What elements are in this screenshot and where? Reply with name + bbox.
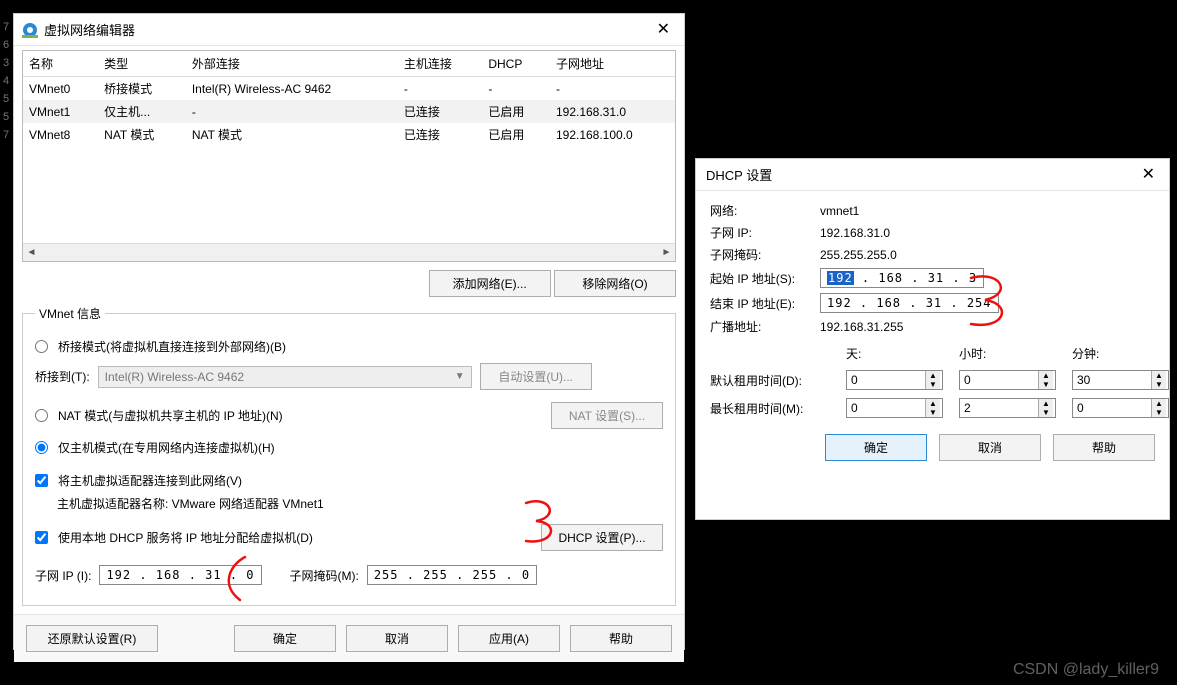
apply-button[interactable]: 应用(A) <box>458 625 560 652</box>
auto-set-button: 自动设置(U)... <box>480 363 592 390</box>
max-lease-minutes[interactable]: ▲▼ <box>1072 398 1169 418</box>
nat-label: NAT 模式(与虚拟机共享主机的 IP 地址)(N) <box>58 407 283 424</box>
left-gutter: 7634557 <box>0 0 12 144</box>
col-ext[interactable]: 外部连接 <box>186 51 398 77</box>
day-header: 天: <box>846 345 943 362</box>
network-value: vmnet1 <box>820 204 859 218</box>
start-ip-label: 起始 IP 地址(S): <box>710 270 820 287</box>
col-type[interactable]: 类型 <box>98 51 186 77</box>
vmnet-info-fieldset: VMnet 信息 桥接模式(将虚拟机直接连接到外部网络)(B) 桥接到(T): … <box>22 305 676 606</box>
connect-host-label: 将主机虚拟适配器连接到此网络(V) <box>58 472 242 489</box>
max-lease-days[interactable]: ▲▼ <box>846 398 943 418</box>
bridge-to-label: 桥接到(T): <box>35 368 90 385</box>
end-ip-label: 结束 IP 地址(E): <box>710 295 820 312</box>
bridge-radio[interactable] <box>35 340 48 353</box>
start-ip-input[interactable]: 192 . 168 . 31 . 3 <box>820 268 984 288</box>
table-row[interactable]: VMnet0桥接模式Intel(R) Wireless-AC 9462--- <box>23 77 675 101</box>
max-lease-hours[interactable]: ▲▼ <box>959 398 1056 418</box>
chevron-down-icon: ▼ <box>455 371 465 382</box>
table-row[interactable]: VMnet8NAT 模式NAT 模式已连接已启用192.168.100.0 <box>23 123 675 146</box>
subnet-mask-label: 子网掩码: <box>710 246 820 263</box>
dhcp-cancel-button[interactable]: 取消 <box>939 434 1041 461</box>
dhcp-settings-button[interactable]: DHCP 设置(P)... <box>541 524 663 551</box>
bridge-to-value: Intel(R) Wireless-AC 9462 <box>105 370 244 384</box>
restore-defaults-button[interactable]: 还原默认设置(R) <box>26 625 158 652</box>
default-lease-label: 默认租用时间(D): <box>710 372 830 389</box>
scroll-left-icon[interactable]: ◄ <box>23 244 40 261</box>
use-dhcp-label: 使用本地 DHCP 服务将 IP 地址分配给虚拟机(D) <box>58 529 313 546</box>
subnet-ip-label: 子网 IP: <box>710 224 820 241</box>
scroll-right-icon[interactable]: ► <box>658 244 675 261</box>
virtual-network-editor-dialog: 虚拟网络编辑器 ✕ 名称 类型 外部连接 主机连接 DHCP 子网地址 VMne… <box>13 13 685 650</box>
fieldset-legend: VMnet 信息 <box>35 305 105 322</box>
bridge-to-combo: Intel(R) Wireless-AC 9462 ▼ <box>98 366 472 388</box>
help-button[interactable]: 帮助 <box>570 625 672 652</box>
col-dhcp[interactable]: DHCP <box>482 51 550 77</box>
host-adapter-name: 主机虚拟适配器名称: VMware 网络适配器 VMnet1 <box>57 497 324 511</box>
default-lease-minutes[interactable]: ▲▼ <box>1072 370 1169 390</box>
dhcp-settings-dialog: DHCP 设置 ✕ 网络:vmnet1 子网 IP:192.168.31.0 子… <box>695 158 1170 520</box>
broadcast-value: 192.168.31.255 <box>820 320 903 334</box>
broadcast-label: 广播地址: <box>710 318 820 335</box>
nat-settings-button: NAT 设置(S)... <box>551 402 663 429</box>
dhcp-ok-button[interactable]: 确定 <box>825 434 927 461</box>
col-host[interactable]: 主机连接 <box>398 51 483 77</box>
main-footer: 还原默认设置(R) 确定 取消 应用(A) 帮助 <box>14 614 684 662</box>
close-icon[interactable]: ✕ <box>651 22 676 38</box>
default-lease-hours[interactable]: ▲▼ <box>959 370 1056 390</box>
subnet-ip-value: 192.168.31.0 <box>820 226 890 240</box>
close-icon[interactable]: ✕ <box>1136 167 1161 183</box>
subnet-mask-label: 子网掩码(M): <box>290 567 359 584</box>
default-lease-days[interactable]: ▲▼ <box>846 370 943 390</box>
hostonly-label: 仅主机模式(在专用网络内连接虚拟机)(H) <box>58 439 275 456</box>
connect-host-checkbox[interactable] <box>35 474 48 487</box>
hour-header: 小时: <box>959 345 1056 362</box>
bridge-label: 桥接模式(将虚拟机直接连接到外部网络)(B) <box>58 338 286 355</box>
end-ip-input[interactable]: 192 . 168 . 31 . 254 <box>820 293 999 313</box>
max-lease-label: 最长租用时间(M): <box>710 400 830 417</box>
use-dhcp-checkbox[interactable] <box>35 531 48 544</box>
table-scrollbar-h[interactable]: ◄ ► <box>23 243 675 261</box>
subnet-mask-input[interactable]: 255 . 255 . 255 . 0 <box>367 565 537 585</box>
add-network-button[interactable]: 添加网络(E)... <box>429 270 551 297</box>
hostonly-radio[interactable] <box>35 441 48 454</box>
network-label: 网络: <box>710 202 820 219</box>
cancel-button[interactable]: 取消 <box>346 625 448 652</box>
nat-radio[interactable] <box>35 409 48 422</box>
col-name[interactable]: 名称 <box>23 51 98 77</box>
col-subnet[interactable]: 子网地址 <box>550 51 675 77</box>
dhcp-help-button[interactable]: 帮助 <box>1053 434 1155 461</box>
dhcp-title: DHCP 设置 <box>704 165 1136 184</box>
ok-button[interactable]: 确定 <box>234 625 336 652</box>
watermark: CSDN @lady_killer9 <box>1013 661 1159 679</box>
min-header: 分钟: <box>1072 345 1169 362</box>
table-row[interactable]: VMnet1仅主机...-已连接已启用192.168.31.0 <box>23 100 675 123</box>
main-title: 虚拟网络编辑器 <box>44 20 651 39</box>
network-table[interactable]: 名称 类型 外部连接 主机连接 DHCP 子网地址 VMnet0桥接模式Inte… <box>23 51 675 146</box>
main-titlebar: 虚拟网络编辑器 ✕ <box>14 14 684 46</box>
app-icon <box>22 22 38 38</box>
subnet-mask-value: 255.255.255.0 <box>820 248 897 262</box>
subnet-ip-label: 子网 IP (I): <box>35 567 91 584</box>
network-table-container: 名称 类型 外部连接 主机连接 DHCP 子网地址 VMnet0桥接模式Inte… <box>22 50 676 262</box>
remove-network-button[interactable]: 移除网络(O) <box>554 270 676 297</box>
subnet-ip-input[interactable]: 192 . 168 . 31 . 0 <box>99 565 261 585</box>
